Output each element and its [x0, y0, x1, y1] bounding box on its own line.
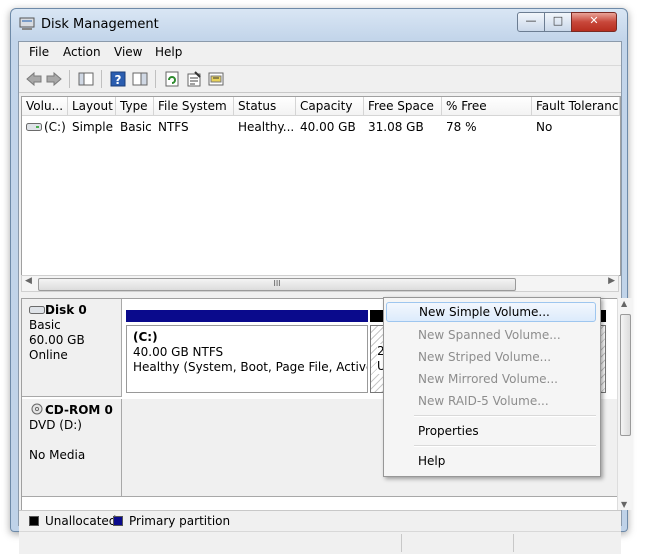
cell-free-space: 31.08 GB	[368, 120, 424, 134]
cdrom-0-label[interactable]: CD-ROM 0 DVD (D:) No Media	[22, 399, 122, 497]
menu-action[interactable]: Action	[63, 45, 101, 59]
menu-item-new-mirrored-volume[interactable]: New Mirrored Volume...	[386, 369, 596, 389]
menu-item-new-spanned-volume[interactable]: New Spanned Volume...	[386, 325, 596, 345]
cell-capacity: 40.00 GB	[300, 120, 356, 134]
scroll-left-icon[interactable]: ◀	[25, 276, 32, 286]
primary-partition-bar	[126, 310, 368, 322]
cell-volume: (C:)	[44, 120, 66, 134]
cell-fault-tolerance: No	[536, 120, 553, 134]
legend: Unallocated Primary partition	[19, 510, 621, 531]
menu-item-new-raid5-volume[interactable]: New RAID-5 Volume...	[386, 391, 596, 411]
column-header-type[interactable]: Type	[116, 97, 154, 116]
menu-separator	[414, 445, 596, 447]
menu-file[interactable]: File	[29, 45, 49, 59]
toolbar-separator	[69, 70, 70, 88]
toolbar-separator	[101, 70, 102, 88]
show-pane-icon[interactable]	[131, 70, 149, 88]
scroll-up-icon[interactable]: ▲	[621, 299, 627, 308]
partition-label: (C:)	[133, 330, 158, 344]
scroll-thumb[interactable]	[620, 314, 631, 436]
partition-c[interactable]: (C:) 40.00 GB NTFS Healthy (System, Boot…	[126, 325, 368, 393]
disk-name: CD-ROM 0	[45, 403, 113, 417]
column-header-free-space[interactable]: Free Space	[364, 97, 442, 116]
partition-status: Healthy (System, Boot, Page File, Active…	[133, 360, 367, 374]
legend-primary-swatch	[113, 516, 123, 526]
cell-percent-free: 78 %	[446, 120, 477, 134]
column-header-percent-free[interactable]: % Free	[442, 97, 532, 116]
legend-unallocated-swatch	[29, 516, 39, 526]
scroll-thumb[interactable]: III	[38, 278, 516, 291]
status-divider	[513, 534, 514, 552]
partition-size: 40.00 GB NTFS	[133, 345, 224, 359]
disk-icon	[29, 306, 45, 314]
disk-management-icon	[19, 17, 35, 30]
maximize-button[interactable]: □	[544, 12, 572, 32]
menu-bar: File Action View Help	[19, 42, 621, 64]
column-header-fault-tolerance[interactable]: Fault Tolerance	[532, 97, 620, 116]
cell-status: Healthy...	[238, 120, 295, 134]
context-menu: New Simple Volume... New Spanned Volume.…	[383, 297, 601, 477]
help-icon[interactable]: ?	[109, 70, 127, 88]
properties-icon[interactable]	[185, 70, 203, 88]
disk-size	[29, 433, 121, 448]
back-icon[interactable]	[25, 70, 43, 88]
legend-unallocated-label: Unallocated	[45, 514, 117, 528]
svg-text:?: ?	[115, 73, 122, 87]
title-bar[interactable]: Disk Management — □ ✕	[11, 9, 627, 39]
rescan-icon[interactable]	[207, 70, 225, 88]
disk-type: DVD (D:)	[29, 418, 82, 432]
status-divider	[401, 534, 402, 552]
cell-layout: Simple	[72, 120, 113, 134]
menu-item-new-striped-volume[interactable]: New Striped Volume...	[386, 347, 596, 367]
horizontal-scrollbar[interactable]: ◀ III ▶	[21, 275, 619, 292]
menu-help[interactable]: Help	[155, 45, 182, 59]
column-header-file-system[interactable]: File System	[154, 97, 234, 116]
minimize-button[interactable]: —	[517, 12, 545, 32]
column-header-volume[interactable]: Volu...	[22, 97, 68, 116]
close-button[interactable]: ✕	[571, 12, 617, 32]
column-header-status[interactable]: Status	[234, 97, 296, 116]
cell-file-system: NTFS	[158, 120, 189, 134]
toolbar: ?	[19, 65, 621, 93]
column-header-layout[interactable]: Layout	[68, 97, 116, 116]
window-title: Disk Management	[41, 17, 159, 32]
menu-item-properties[interactable]: Properties	[386, 421, 596, 441]
disk-name: Disk 0	[45, 303, 87, 317]
column-header-capacity[interactable]: Capacity	[296, 97, 364, 116]
vertical-scrollbar[interactable]: ▲ ▼	[617, 298, 632, 510]
legend-primary-label: Primary partition	[129, 514, 231, 528]
refresh-icon[interactable]	[163, 70, 181, 88]
disk-state: No Media	[29, 448, 86, 462]
toolbar-separator	[155, 70, 156, 88]
status-bar	[19, 531, 621, 554]
menu-view[interactable]: View	[114, 45, 142, 59]
console-tree-icon[interactable]	[77, 70, 95, 88]
disk-0-label[interactable]: Disk 0 Basic 60.00 GB Online	[22, 299, 122, 397]
scroll-down-icon[interactable]: ▼	[621, 500, 627, 509]
cdrom-icon	[31, 403, 43, 415]
disk-type: Basic	[29, 318, 61, 332]
scroll-right-icon[interactable]: ▶	[608, 276, 615, 286]
disk-state: Online	[29, 348, 68, 362]
forward-icon[interactable]	[45, 70, 63, 88]
menu-item-help[interactable]: Help	[386, 451, 596, 471]
volume-list: Volu... Layout Type File System Status C…	[21, 96, 621, 276]
menu-separator	[414, 415, 596, 417]
menu-item-new-simple-volume[interactable]: New Simple Volume...	[386, 302, 596, 322]
cell-type: Basic	[120, 120, 152, 134]
disk-size: 60.00 GB	[29, 333, 85, 347]
